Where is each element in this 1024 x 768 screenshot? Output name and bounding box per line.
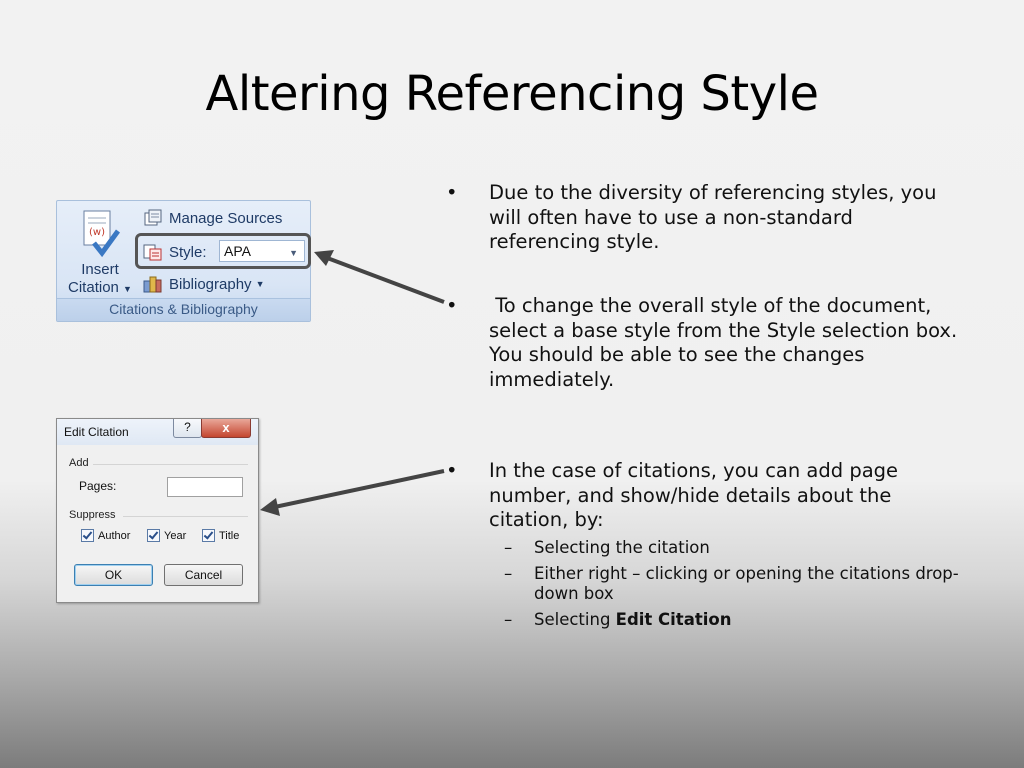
- citation-label: Citation: [68, 279, 119, 296]
- year-checkbox[interactable]: Year: [147, 529, 186, 542]
- bibliography-icon: [143, 275, 163, 293]
- manage-sources-button[interactable]: Manage Sources: [143, 207, 282, 229]
- citations-ribbon-group: (w) Insert Citation ▼ Manage Sources Sty…: [56, 200, 311, 322]
- bullet-text: To change the overall style of the docum…: [489, 294, 964, 391]
- insert-citation-button[interactable]: (w) Insert Citation ▼: [63, 207, 137, 301]
- chevron-down-icon: ▼: [123, 284, 132, 294]
- bullet-text: Due to the diversity of referencing styl…: [489, 181, 937, 253]
- sub-bullet-prefix: Selecting: [534, 610, 616, 629]
- bullet-item: • To change the overall style of the doc…: [446, 294, 966, 392]
- divider: [123, 516, 248, 517]
- sub-bullet-text: Selecting Edit Citation: [534, 610, 964, 630]
- sub-bullet-item: – Selecting Edit Citation: [504, 610, 964, 630]
- manage-sources-icon: [143, 209, 163, 227]
- close-button[interactable]: x: [201, 419, 251, 438]
- ribbon-group-label: Citations & Bibliography: [57, 298, 310, 321]
- bibliography-label: Bibliography: [169, 275, 252, 293]
- help-button[interactable]: ?: [173, 419, 202, 438]
- chevron-down-icon: ▼: [255, 279, 265, 289]
- arrow-to-style-box: [314, 250, 445, 304]
- add-section-label: Add: [69, 457, 89, 469]
- insert-label: Insert: [81, 261, 119, 278]
- bullet-marker: •: [446, 459, 458, 482]
- arrow-to-dialog: [260, 469, 445, 516]
- bullet-item: • Due to the diversity of referencing st…: [446, 181, 966, 255]
- slide-title: Altering Referencing Style: [205, 66, 819, 122]
- author-checkbox[interactable]: Author: [81, 529, 130, 542]
- sub-bullet-bold: Edit Citation: [615, 610, 732, 629]
- sub-bullet-item: – Selecting the citation: [504, 538, 964, 558]
- manage-sources-label: Manage Sources: [169, 209, 283, 227]
- ok-button[interactable]: OK: [74, 564, 153, 586]
- svg-text:(w): (w): [89, 227, 105, 238]
- style-highlight-box: [135, 233, 311, 269]
- checkbox-checked-icon: [81, 529, 94, 542]
- sub-bullet-marker: –: [504, 538, 513, 557]
- sub-bullet-item: – Either right – clicking or opening the…: [504, 564, 964, 604]
- sub-bullet-marker: –: [504, 610, 513, 629]
- insert-citation-icon: (w): [80, 209, 121, 259]
- suppress-section-label: Suppress: [69, 509, 116, 521]
- sub-bullet-marker: –: [504, 564, 513, 583]
- year-label: Year: [164, 529, 187, 542]
- bullet-marker: •: [446, 181, 458, 204]
- pages-input[interactable]: [167, 477, 243, 497]
- dialog-title: Edit Citation: [64, 425, 129, 439]
- bullet-marker: •: [446, 294, 458, 317]
- sub-bullet-text: Selecting the citation: [534, 538, 710, 557]
- checkbox-checked-icon: [202, 529, 215, 542]
- title-checkbox[interactable]: Title: [202, 529, 239, 542]
- bullet-item: • In the case of citations, you can add …: [446, 459, 966, 533]
- sub-bullet-text: Either right – clicking or opening the c…: [534, 564, 959, 603]
- divider: [93, 464, 248, 465]
- bibliography-button[interactable]: Bibliography ▼: [143, 273, 264, 295]
- cancel-button[interactable]: Cancel: [164, 564, 243, 586]
- bullet-text: In the case of citations, you can add pa…: [489, 459, 899, 531]
- checkbox-checked-icon: [147, 529, 160, 542]
- pages-label: Pages:: [79, 479, 117, 493]
- title-label: Title: [219, 529, 240, 542]
- author-label: Author: [98, 529, 131, 542]
- edit-citation-dialog: Edit Citation ? x Add Pages: Suppress Au…: [56, 418, 259, 603]
